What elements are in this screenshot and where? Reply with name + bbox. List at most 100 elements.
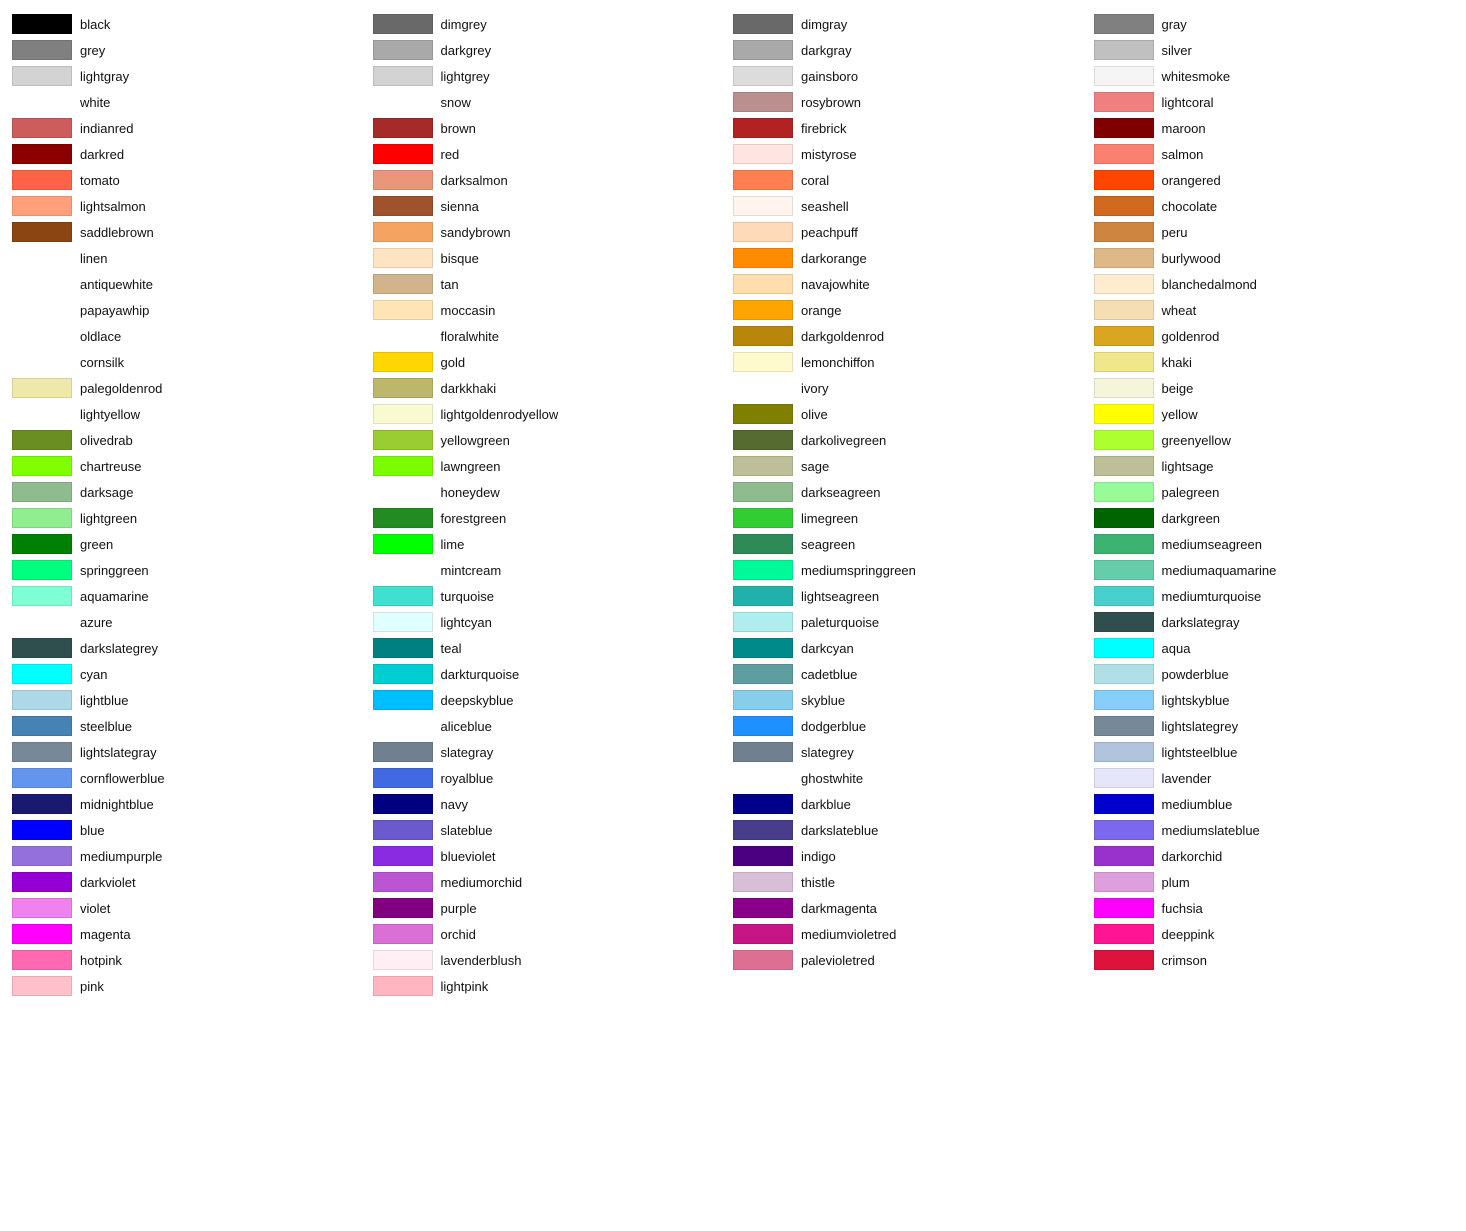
color-row: lightsteelblue: [1094, 740, 1455, 764]
color-label-peru: peru: [1162, 225, 1188, 240]
color-grid: blackgreylightgraywhiteindianreddarkredt…: [12, 12, 1454, 998]
color-label-cornsilk: cornsilk: [80, 355, 124, 370]
swatch-grey: [12, 40, 72, 60]
color-row: cyan: [12, 662, 373, 686]
color-row: lawngreen: [373, 454, 734, 478]
color-row: orange: [733, 298, 1094, 322]
color-label-ivory: ivory: [801, 381, 828, 396]
swatch-mediumpurple: [12, 846, 72, 866]
color-row: tomato: [12, 168, 373, 192]
color-row: mediumaquamarine: [1094, 558, 1455, 582]
color-row: green: [12, 532, 373, 556]
swatch-yellowgreen: [373, 430, 433, 450]
swatch-cyan: [12, 664, 72, 684]
swatch-peru: [1094, 222, 1154, 242]
color-row: darksage: [12, 480, 373, 504]
color-row: darkgoldenrod: [733, 324, 1094, 348]
color-row: papayawhip: [12, 298, 373, 322]
color-row: gold: [373, 350, 734, 374]
color-label-darkgray: darkgray: [801, 43, 852, 58]
swatch-aliceblue: [373, 716, 433, 736]
color-row: palegreen: [1094, 480, 1455, 504]
color-row: turquoise: [373, 584, 734, 608]
color-label-teal: teal: [441, 641, 462, 656]
color-row: lavender: [1094, 766, 1455, 790]
color-label-grey: grey: [80, 43, 105, 58]
color-row: blue: [12, 818, 373, 842]
color-label-snow: snow: [441, 95, 471, 110]
color-label-springgreen: springgreen: [80, 563, 149, 578]
color-row: darkviolet: [12, 870, 373, 894]
color-row: aquamarine: [12, 584, 373, 608]
color-label-lightsteelblue: lightsteelblue: [1162, 745, 1238, 760]
swatch-deeppink: [1094, 924, 1154, 944]
color-row: coral: [733, 168, 1094, 192]
color-label-sienna: sienna: [441, 199, 479, 214]
swatch-forestgreen: [373, 508, 433, 528]
color-label-mediumaquamarine: mediumaquamarine: [1162, 563, 1277, 578]
swatch-lightsteelblue: [1094, 742, 1154, 762]
color-label-chocolate: chocolate: [1162, 199, 1218, 214]
color-row: slategray: [373, 740, 734, 764]
swatch-plum: [1094, 872, 1154, 892]
swatch-darkcyan: [733, 638, 793, 658]
color-row: mediumvioletred: [733, 922, 1094, 946]
color-label-darkturquoise: darkturquoise: [441, 667, 520, 682]
swatch-seagreen: [733, 534, 793, 554]
swatch-violet: [12, 898, 72, 918]
swatch-olive: [733, 404, 793, 424]
color-label-green: green: [80, 537, 113, 552]
color-row: peachpuff: [733, 220, 1094, 244]
swatch-wheat: [1094, 300, 1154, 320]
color-row: pink: [12, 974, 373, 998]
color-label-dodgerblue: dodgerblue: [801, 719, 866, 734]
swatch-aqua: [1094, 638, 1154, 658]
color-label-palegoldenrod: palegoldenrod: [80, 381, 162, 396]
color-label-salmon: salmon: [1162, 147, 1204, 162]
color-label-mediumslateblue: mediumslateblue: [1162, 823, 1260, 838]
color-row: steelblue: [12, 714, 373, 738]
color-label-darkgrey: darkgrey: [441, 43, 492, 58]
color-row: dimgray: [733, 12, 1094, 36]
color-label-moccasin: moccasin: [441, 303, 496, 318]
color-label-orange: orange: [801, 303, 841, 318]
swatch-darkorange: [733, 248, 793, 268]
color-row: crimson: [1094, 948, 1455, 972]
color-row: darkkhaki: [373, 376, 734, 400]
color-row: lavenderblush: [373, 948, 734, 972]
swatch-gray: [1094, 14, 1154, 34]
swatch-darkred: [12, 144, 72, 164]
color-row: olivedrab: [12, 428, 373, 452]
color-row: lightcoral: [1094, 90, 1455, 114]
color-label-olivedrab: olivedrab: [80, 433, 133, 448]
swatch-darksage: [12, 482, 72, 502]
color-row: cornflowerblue: [12, 766, 373, 790]
color-label-slategray: slategray: [441, 745, 494, 760]
color-row: maroon: [1094, 116, 1455, 140]
color-row: darkorange: [733, 246, 1094, 270]
color-row: wheat: [1094, 298, 1455, 322]
color-row: dimgrey: [373, 12, 734, 36]
color-row: royalblue: [373, 766, 734, 790]
color-row: mintcream: [373, 558, 734, 582]
color-row: darkolivegreen: [733, 428, 1094, 452]
color-row: seashell: [733, 194, 1094, 218]
color-label-darkred: darkred: [80, 147, 124, 162]
swatch-green: [12, 534, 72, 554]
color-row: honeydew: [373, 480, 734, 504]
color-label-lightcoral: lightcoral: [1162, 95, 1214, 110]
color-row: yellowgreen: [373, 428, 734, 452]
color-label-lightgray: lightgray: [80, 69, 129, 84]
color-row: midnightblue: [12, 792, 373, 816]
color-label-cyan: cyan: [80, 667, 107, 682]
swatch-lightgoldenrodyellow: [373, 404, 433, 424]
color-label-mintcream: mintcream: [441, 563, 502, 578]
color-label-fuchsia: fuchsia: [1162, 901, 1203, 916]
color-label-gray: gray: [1162, 17, 1187, 32]
color-row: skyblue: [733, 688, 1094, 712]
swatch-snow: [373, 92, 433, 112]
color-label-tan: tan: [441, 277, 459, 292]
swatch-firebrick: [733, 118, 793, 138]
color-label-bisque: bisque: [441, 251, 479, 266]
color-row: beige: [1094, 376, 1455, 400]
